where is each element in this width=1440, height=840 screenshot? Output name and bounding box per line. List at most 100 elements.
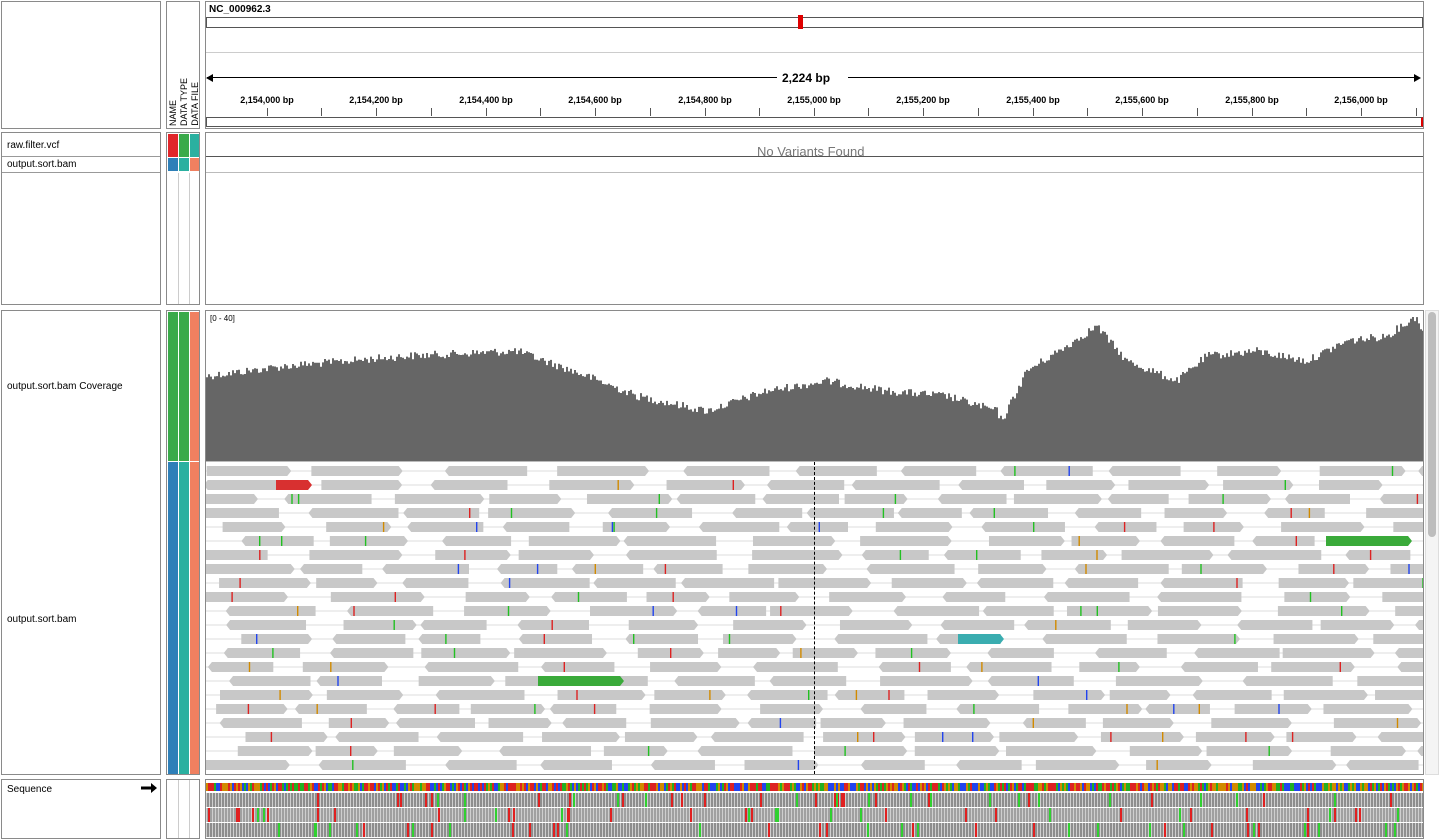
sequence-base xyxy=(406,783,408,791)
sequence-base xyxy=(714,783,716,791)
sequence-base xyxy=(1294,783,1296,791)
codon-separator xyxy=(296,793,297,807)
sequence-base xyxy=(444,783,446,791)
codon-separator xyxy=(218,823,219,837)
codon-separator xyxy=(563,823,564,837)
codon-marker xyxy=(400,793,402,807)
vcf-track-name[interactable]: raw.filter.vcf xyxy=(7,140,59,151)
ideogram-current-region[interactable] xyxy=(798,15,803,29)
codon-separator xyxy=(509,793,510,807)
attr-header-name[interactable]: NAME xyxy=(168,100,178,126)
sequence-base xyxy=(1008,783,1010,791)
sequence-base xyxy=(916,783,918,791)
codon-separator xyxy=(698,808,699,822)
alignment-track-name[interactable]: output.sort.bam xyxy=(7,614,76,625)
sequence-base xyxy=(994,783,996,791)
codon-separator xyxy=(986,793,987,807)
sequence-data-panel[interactable] xyxy=(205,779,1424,839)
alignment-attr-type[interactable] xyxy=(179,462,189,774)
mismatch-base xyxy=(594,564,596,574)
sequence-base xyxy=(1254,783,1256,791)
vcf-attr-name[interactable] xyxy=(168,134,178,157)
codon-separator xyxy=(446,808,447,822)
codon-separator xyxy=(1412,823,1413,837)
codon-separator xyxy=(1388,823,1389,837)
sequence-base xyxy=(254,783,256,791)
codon-separator xyxy=(680,823,681,837)
mismatch-base xyxy=(272,648,274,658)
codon-marker xyxy=(438,808,440,822)
tick-label: 2,155,200 bp xyxy=(896,95,950,105)
codon-separator xyxy=(1082,823,1083,837)
codon-separator xyxy=(449,808,450,822)
attr-header-data-file[interactable]: DATA FILE xyxy=(190,82,200,126)
tick-label: 2,156,000 bp xyxy=(1334,95,1388,105)
read xyxy=(499,746,592,756)
mismatch-base xyxy=(1014,466,1016,476)
sequence-base xyxy=(536,783,538,791)
alignment-attr-name[interactable] xyxy=(168,462,178,774)
coverage-attr-file[interactable] xyxy=(190,312,199,461)
sequence-track-name[interactable]: Sequence xyxy=(7,784,52,795)
codon-marker xyxy=(513,808,515,822)
bam-track-name[interactable]: output.sort.bam xyxy=(7,159,76,170)
bam-attr-file[interactable] xyxy=(190,158,199,171)
bam-attr-name[interactable] xyxy=(168,158,178,171)
sequence-base xyxy=(524,783,526,791)
sequence-base xyxy=(964,783,966,791)
codon-separator xyxy=(734,823,735,837)
coverage-histogram[interactable] xyxy=(206,311,1423,461)
codon-separator xyxy=(1154,823,1155,837)
bam-attr-type[interactable] xyxy=(179,158,189,171)
alignment-data-panel[interactable]: [0 - 40] xyxy=(205,310,1424,775)
tick-label: 2,155,800 bp xyxy=(1225,95,1279,105)
codon-separator xyxy=(1316,823,1317,837)
read xyxy=(942,592,1006,602)
coverage-attr-type[interactable] xyxy=(179,312,189,461)
codon-separator xyxy=(542,823,543,837)
codon-separator xyxy=(407,808,408,822)
read xyxy=(1100,732,1184,742)
sequence-base xyxy=(1230,783,1232,791)
coverage-attr-name[interactable] xyxy=(168,312,178,461)
sequence-base xyxy=(1356,783,1358,791)
mismatch-base xyxy=(976,550,978,560)
codon-separator xyxy=(620,808,621,822)
sequence-base xyxy=(1168,783,1170,791)
sequence-base xyxy=(340,783,342,791)
alignment-attr-file[interactable] xyxy=(190,462,199,774)
codon-separator xyxy=(443,823,444,837)
codon-separator xyxy=(536,823,537,837)
sequence-base xyxy=(1408,783,1410,791)
read xyxy=(219,718,302,728)
codon-separator xyxy=(881,793,882,807)
codon-separator xyxy=(923,793,924,807)
attr-header-data-type[interactable]: DATA TYPE xyxy=(179,78,189,126)
sequence-base xyxy=(1148,783,1150,791)
codon-separator xyxy=(953,808,954,822)
coverage-track-name[interactable]: output.sort.bam Coverage xyxy=(7,381,123,392)
read xyxy=(875,522,953,532)
codon-separator xyxy=(1265,823,1266,837)
alignment-scrollbar-thumb[interactable] xyxy=(1428,312,1436,537)
codon-separator xyxy=(1205,808,1206,822)
sequence-base xyxy=(762,783,764,791)
sequence-base xyxy=(1222,783,1224,791)
codon-separator xyxy=(272,823,273,837)
codon-separator xyxy=(428,823,429,837)
sequence-base xyxy=(962,783,964,791)
data-panel[interactable]: No Variants Found xyxy=(205,132,1424,305)
sequence-base xyxy=(1330,783,1332,791)
codon-separator xyxy=(1388,808,1389,822)
chromosome-ideogram[interactable] xyxy=(206,17,1423,28)
codon-separator xyxy=(593,823,594,837)
sequence-track[interactable] xyxy=(206,780,1423,838)
sequence-base xyxy=(1024,783,1026,791)
codon-separator xyxy=(773,823,774,837)
codon-separator xyxy=(1163,823,1164,837)
codon-separator xyxy=(1202,823,1203,837)
right-arrow-icon[interactable] xyxy=(141,783,157,793)
vcf-attr-type[interactable] xyxy=(179,134,189,157)
vcf-attr-file[interactable] xyxy=(190,134,199,157)
codon-separator xyxy=(308,808,309,822)
